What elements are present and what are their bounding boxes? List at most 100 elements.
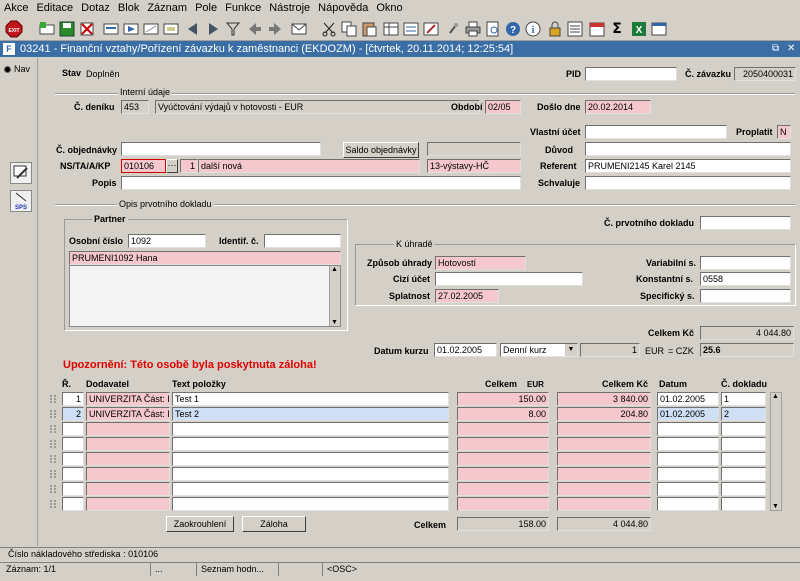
cell-r[interactable] <box>62 422 84 436</box>
cell-r[interactable] <box>62 497 84 511</box>
identif-field[interactable] <box>264 234 341 248</box>
lock-icon[interactable] <box>546 20 564 38</box>
celkem-eur-total[interactable]: 158.00 <box>457 517 549 531</box>
cell-doklad[interactable] <box>721 452 766 466</box>
cell-datum[interactable] <box>657 497 719 511</box>
partner-address-area[interactable]: ▲ ▼ <box>69 265 341 327</box>
mail-icon[interactable] <box>290 20 308 38</box>
filter-icon[interactable] <box>162 20 180 38</box>
row-handle-icon[interactable] <box>50 470 56 478</box>
cell-text[interactable]: Test 2 <box>172 407 449 421</box>
chevron-down-icon[interactable]: ▼ <box>565 344 577 356</box>
variabilni-field[interactable] <box>700 256 791 270</box>
prvotniho-field[interactable] <box>700 216 791 230</box>
schvaluje-field[interactable] <box>585 176 791 190</box>
pid-field[interactable] <box>585 67 677 81</box>
cell-text[interactable]: Test 1 <box>172 392 449 406</box>
cell-r[interactable] <box>62 482 84 496</box>
cell-eur[interactable]: 8.00 <box>457 407 549 421</box>
cell-text[interactable] <box>172 467 449 481</box>
konstantni-field[interactable]: 0558 <box>700 272 791 286</box>
datum-kurzu-field[interactable]: 01.02.2005 <box>434 343 497 357</box>
cell-datum[interactable] <box>657 482 719 496</box>
cell-kc[interactable] <box>557 467 651 481</box>
denik-text-field[interactable]: Vyúčtování výdajů v hotovosti - EUR <box>155 100 480 114</box>
table-icon[interactable] <box>382 20 400 38</box>
cell-doklad[interactable] <box>721 437 766 451</box>
form-nav-icon[interactable] <box>10 162 32 184</box>
cell-datum[interactable]: 01.02.2005 <box>657 407 719 421</box>
menu-item[interactable]: Funkce <box>221 0 265 16</box>
left-arrow-icon[interactable] <box>246 20 264 38</box>
objednavky-field[interactable] <box>121 142 321 156</box>
splatnost-field[interactable]: 27.02.2005 <box>435 289 499 303</box>
saldo-field[interactable] <box>427 142 521 156</box>
info-icon[interactable]: i <box>524 20 542 38</box>
menu-item[interactable]: Editace <box>32 0 77 16</box>
cell-doklad[interactable]: 1 <box>721 392 766 406</box>
cell-dodavatel[interactable]: UNIVERZITA Část: Ek <box>86 392 170 406</box>
cell-kc[interactable] <box>557 482 651 496</box>
specificky-field[interactable] <box>700 289 791 303</box>
cell-dodavatel[interactable] <box>86 467 170 481</box>
row-handle-icon[interactable] <box>50 500 56 508</box>
exit-icon[interactable]: EXIT <box>4 20 24 38</box>
cell-eur[interactable]: 150.00 <box>457 392 549 406</box>
cell-doklad[interactable]: 2 <box>721 407 766 421</box>
previous-icon[interactable] <box>184 20 202 38</box>
cell-kc[interactable] <box>557 437 651 451</box>
cell-eur[interactable] <box>457 467 549 481</box>
cell-dodavatel[interactable] <box>86 422 170 436</box>
denik-field[interactable]: 453 <box>121 100 149 114</box>
next-icon[interactable] <box>204 20 222 38</box>
clear-icon[interactable] <box>142 20 160 38</box>
table-scroll-up-icon[interactable]: ▲ <box>772 393 779 400</box>
duvod-field[interactable] <box>585 142 791 156</box>
row-handle-icon[interactable] <box>50 440 56 448</box>
menu-item[interactable]: Pole <box>191 0 221 16</box>
cell-eur[interactable] <box>457 437 549 451</box>
zpusob-field[interactable]: Hotovostí <box>435 256 526 270</box>
calendar-icon[interactable] <box>588 20 606 38</box>
menu-item[interactable]: Nápověda <box>314 0 372 16</box>
osobni-field[interactable]: 1092 <box>128 234 206 248</box>
menu-item[interactable]: Okno <box>372 0 406 16</box>
ns-lookup-button[interactable]: ··· <box>166 159 178 173</box>
save-icon[interactable] <box>58 20 76 38</box>
cell-datum[interactable] <box>657 422 719 436</box>
doslo-field[interactable]: 20.02.2014 <box>585 100 651 114</box>
cell-kc[interactable]: 3 840.00 <box>557 392 651 406</box>
cizi-field[interactable] <box>435 272 583 286</box>
cell-kc[interactable] <box>557 422 651 436</box>
right-arrow-icon[interactable] <box>266 20 284 38</box>
kurz-field[interactable]: 25.6 <box>700 343 794 357</box>
form-icon[interactable] <box>402 20 420 38</box>
cell-eur[interactable] <box>457 422 549 436</box>
cell-r[interactable]: 1 <box>62 392 84 406</box>
cell-r[interactable] <box>62 452 84 466</box>
cell-dodavatel[interactable]: UNIVERZITA Část: Ek <box>86 407 170 421</box>
cell-datum[interactable] <box>657 467 719 481</box>
zavazku-field[interactable]: 2050400031 <box>734 67 796 81</box>
cell-dodavatel[interactable] <box>86 452 170 466</box>
delete-icon[interactable] <box>78 20 96 38</box>
table-scroll-down-icon[interactable]: ▼ <box>772 503 779 510</box>
cell-eur[interactable] <box>457 497 549 511</box>
ns-field[interactable]: 010106 <box>121 159 166 173</box>
cell-r[interactable]: 2 <box>62 407 84 421</box>
zaloha-button[interactable]: Záloha <box>242 516 306 532</box>
popis-field[interactable] <box>121 176 521 190</box>
cell-text[interactable] <box>172 437 449 451</box>
ta-field[interactable]: 1 <box>180 159 198 173</box>
sum-icon[interactable]: Σ <box>608 20 626 38</box>
row-handle-icon[interactable] <box>50 410 56 418</box>
cell-doklad[interactable] <box>721 497 766 511</box>
insert-record-icon[interactable] <box>38 20 56 38</box>
row-handle-icon[interactable] <box>50 485 56 493</box>
print-icon[interactable] <box>464 20 482 38</box>
restore-icon[interactable]: ⧉ <box>772 41 779 57</box>
cell-text[interactable] <box>172 422 449 436</box>
partner-name-field[interactable]: PRUMENI1092 Hana <box>69 251 341 265</box>
edit-icon[interactable] <box>422 20 440 38</box>
cell-r[interactable] <box>62 467 84 481</box>
